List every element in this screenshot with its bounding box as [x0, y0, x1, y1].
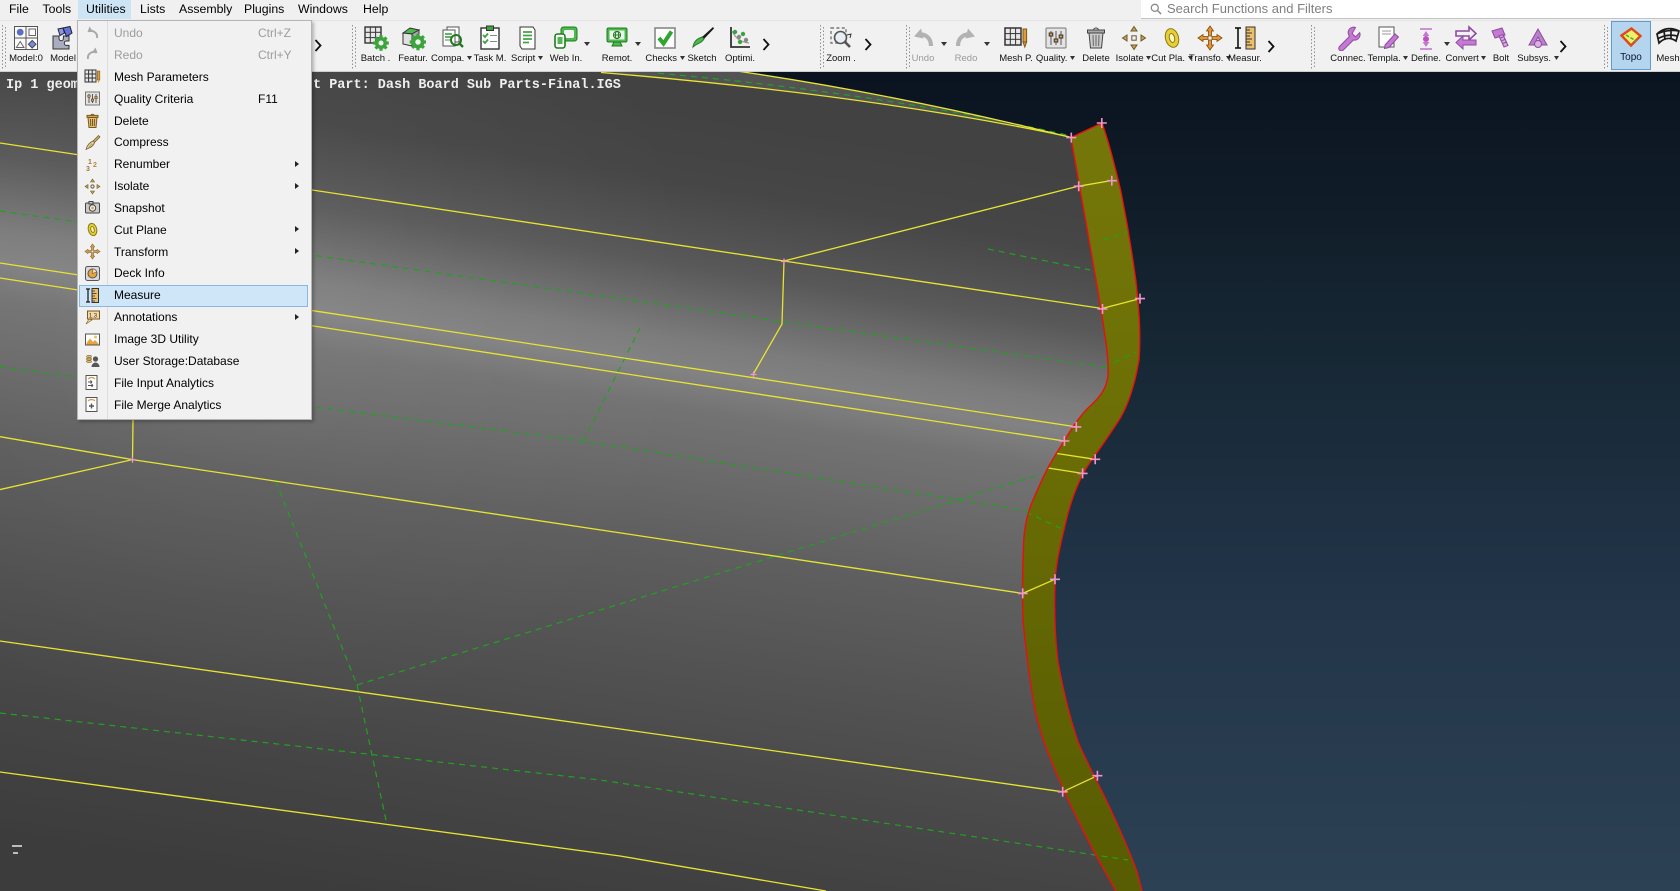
- svg-text:Ip 1 geom: Ip 1 geom: [6, 78, 79, 93]
- svg-text:3: 3: [86, 166, 90, 173]
- svg-text:1.3: 1.3: [89, 313, 98, 319]
- svg-text:t Part: Dash Board Sub Parts-F: t Part: Dash Board Sub Parts-Final.IGS: [313, 78, 621, 93]
- svg-text:1: 1: [88, 159, 92, 166]
- svg-text:2: 2: [93, 162, 97, 169]
